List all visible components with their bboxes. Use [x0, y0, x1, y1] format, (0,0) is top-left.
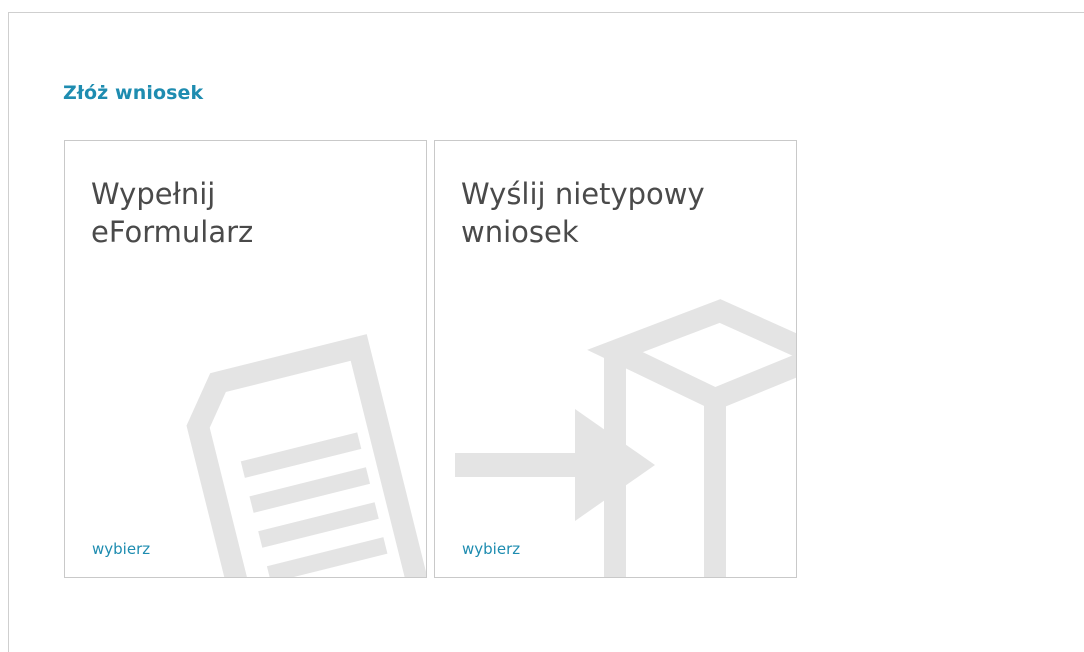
tile-fill-eform[interactable]: Wypełnij eFormularz wybierz [64, 140, 427, 578]
tile-send-request[interactable]: Wyślij nietypowy wniosek wybierz [434, 140, 797, 578]
choose-link[interactable]: wybierz [92, 540, 150, 558]
section-title: Złóż wniosek [63, 82, 204, 104]
tile-title: Wyślij nietypowy wniosek [461, 177, 705, 249]
choose-link[interactable]: wybierz [462, 540, 520, 558]
tile-title: Wypełnij eFormularz [91, 177, 254, 249]
